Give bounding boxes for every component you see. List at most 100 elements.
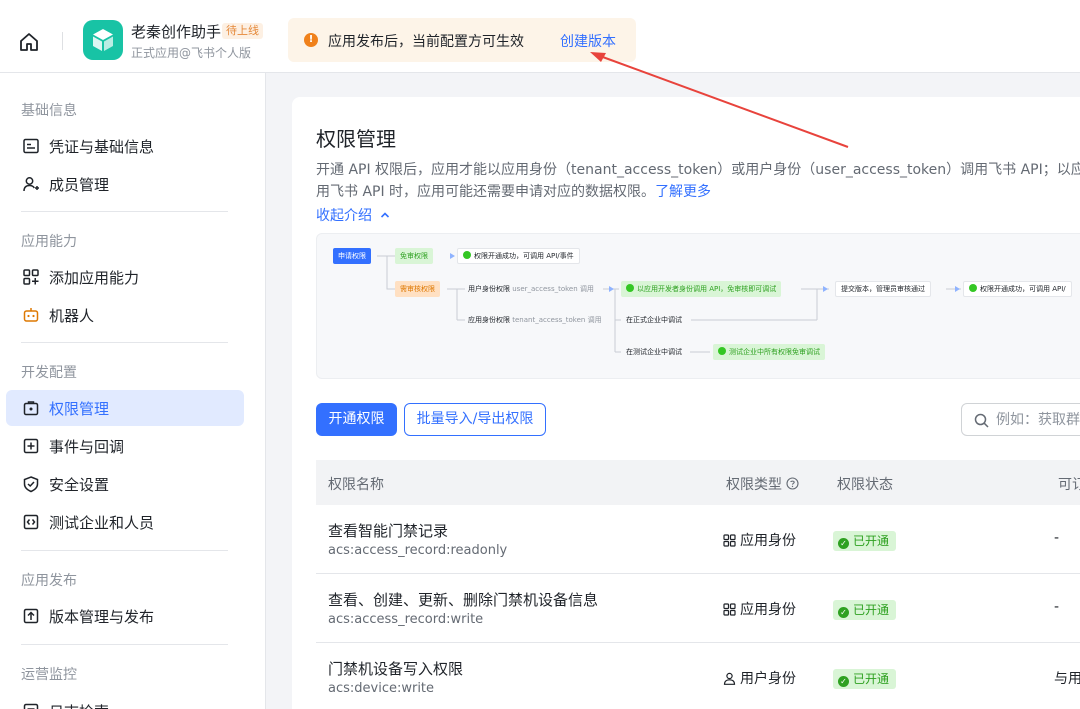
sidebar-item-label: 添加应用能力 xyxy=(49,269,140,287)
column-header-label: 权限类型 xyxy=(726,477,782,493)
sidebar-item-label: 权限管理 xyxy=(49,400,110,418)
extra-cell: 与用 xyxy=(1054,671,1080,687)
permission-type-label: 应用身份 xyxy=(740,533,796,549)
test-icon xyxy=(22,513,40,531)
home-icon[interactable] xyxy=(18,31,40,53)
sidebar-item-credentials[interactable]: 凭证与基础信息 xyxy=(6,128,244,164)
app-logo-icon xyxy=(83,20,123,60)
publish-icon xyxy=(22,607,40,625)
sidebar-section-title: 应用发布 xyxy=(21,573,77,589)
notice-text: 应用发布后，当前配置方可生效 xyxy=(328,34,524,50)
table-row[interactable]: 查看、创建、更新、删除门禁机设备信息 acs:access_record:wri… xyxy=(316,574,1080,643)
permission-code: acs:device:write xyxy=(328,681,435,696)
user-identity-icon xyxy=(723,672,736,685)
sidebar-section-title: 开发配置 xyxy=(21,365,77,381)
permission-icon xyxy=(22,399,40,417)
permission-flow-diagram: 申请权限 免审权限 权限开通成功，可调用 API/事件 需审核权限 用户身份权限… xyxy=(316,233,1080,379)
status-badge: ✓ 已开通 xyxy=(833,669,897,689)
help-circle-icon[interactable] xyxy=(786,477,799,490)
success-dot-icon xyxy=(626,284,634,292)
permission-name: 门禁机设备写入权限 xyxy=(328,660,464,678)
collapse-label: 收起介绍 xyxy=(316,208,372,224)
table-row[interactable]: 门禁机设备写入权限 acs:device:write 用户身份 ✓ 已开通 与用 xyxy=(316,643,1080,709)
table-row[interactable]: 查看智能门禁记录 acs:access_record:readonly 应用身份… xyxy=(316,505,1080,574)
permission-table-header: 权限名称 权限类型 权限状态 可订 xyxy=(316,460,1080,505)
sidebar-item-label: 事件与回调 xyxy=(49,438,125,456)
create-version-link[interactable]: 创建版本 xyxy=(560,31,616,51)
permission-search[interactable] xyxy=(961,403,1080,436)
open-permission-button[interactable]: 开通权限 xyxy=(316,403,397,436)
description-text: 用飞书 API 时，应用可能还需要申请对应的数据权限。 xyxy=(316,184,656,200)
flow-no-review-result: 权限开通成功，可调用 API/事件 xyxy=(457,248,580,264)
description-line: 开通 API 权限后，应用才能以应用身份（tenant_access_token… xyxy=(316,162,1080,178)
extra-cell: - xyxy=(1054,530,1060,546)
check-circle-icon: ✓ xyxy=(838,676,849,687)
flow-user-identity: 用户身份权限 user_access_token 调用 xyxy=(463,281,599,297)
sidebar-item-label: 版本管理与发布 xyxy=(49,608,155,626)
learn-more-link[interactable]: 了解更多 xyxy=(655,184,711,200)
chevron-up-icon xyxy=(381,212,390,218)
flow-dev-identity: 以应用开发者身份调用 API，免审核即可调试 xyxy=(621,281,782,297)
flow-subtext: user_access_token 调用 xyxy=(512,285,594,293)
sidebar-item-events[interactable]: 事件与回调 xyxy=(6,428,244,464)
app-identity-icon xyxy=(723,603,736,616)
sidebar-item-logs[interactable]: 日志检索 xyxy=(6,693,244,709)
search-icon xyxy=(974,413,989,428)
flow-submit-version: 提交版本，管理员审核通过 xyxy=(835,281,931,297)
flow-apply-permission: 申请权限 xyxy=(333,248,371,264)
shield-icon xyxy=(22,475,40,493)
sidebar-item-publish[interactable]: 版本管理与发布 xyxy=(6,598,244,634)
sidebar-item-test-enterprise[interactable]: 测试企业和人员 xyxy=(6,504,244,540)
status-label: 已开通 xyxy=(853,672,890,686)
flow-subtext: tenant_access_token 调用 xyxy=(512,316,602,324)
sidebar-item-security[interactable]: 安全设置 xyxy=(6,466,244,502)
app-subtitle: 正式应用@飞书个人版 xyxy=(131,46,252,60)
permission-type: 应用身份 xyxy=(723,599,796,619)
event-icon xyxy=(22,437,40,455)
flow-result-2: 权限开通成功，可调用 API/ xyxy=(963,281,1072,297)
status-badge: ✓ 已开通 xyxy=(833,600,897,620)
page-title: 权限管理 xyxy=(316,127,396,151)
success-dot-icon xyxy=(463,251,471,259)
check-circle-icon: ✓ xyxy=(838,607,849,618)
sidebar-item-robot[interactable]: 机器人 xyxy=(6,297,244,333)
page-description: 开通 API 权限后，应用才能以应用身份（tenant_access_token… xyxy=(316,159,1080,203)
column-header-name: 权限名称 xyxy=(328,477,384,493)
flow-text: 权限开通成功，可调用 API/ xyxy=(980,285,1066,293)
app-name: 老秦创作助手 xyxy=(131,23,222,41)
check-circle-icon: ✓ xyxy=(838,538,849,549)
sidebar-item-permissions[interactable]: 权限管理 xyxy=(6,390,244,426)
permission-type-label: 应用身份 xyxy=(740,602,796,618)
permission-name: 查看智能门禁记录 xyxy=(328,522,449,540)
sidebar-item-label: 安全设置 xyxy=(49,476,110,494)
permission-type-label: 用户身份 xyxy=(740,671,796,687)
permission-code: acs:access_record:readonly xyxy=(328,543,508,558)
sidebar-item-label: 日志检索 xyxy=(49,701,109,709)
search-input[interactable] xyxy=(996,410,1080,430)
flow-formal-debug: 在正式企业中调试 xyxy=(626,316,682,324)
app-identity-icon xyxy=(723,534,736,547)
flow-text: 测试企业中所有权限免审调试 xyxy=(729,348,820,356)
app-status-tag: 待上线 xyxy=(222,23,263,39)
status-label: 已开通 xyxy=(853,534,890,548)
flow-text: 应用身份权限 xyxy=(468,316,510,324)
credential-icon xyxy=(22,137,40,155)
success-dot-icon xyxy=(718,347,726,355)
add-capability-icon xyxy=(22,268,40,286)
flow-test-result: 测试企业中所有权限免审调试 xyxy=(713,344,825,360)
flow-test-debug: 在测试企业中调试 xyxy=(626,348,682,356)
batch-import-export-button[interactable]: 批量导入/导出权限 xyxy=(404,403,546,436)
permission-type: 应用身份 xyxy=(723,530,796,550)
flow-text: 权限开通成功，可调用 API/事件 xyxy=(474,252,574,260)
column-header-status: 权限状态 xyxy=(837,477,893,493)
sidebar-item-add-capability[interactable]: 添加应用能力 xyxy=(6,259,244,295)
sidebar-divider xyxy=(21,550,228,551)
sidebar-item-label: 成员管理 xyxy=(49,176,110,194)
collapse-intro-toggle[interactable]: 收起介绍 xyxy=(316,205,390,225)
permission-type: 用户身份 xyxy=(723,668,796,688)
main-panel: 权限管理 开通 API 权限后，应用才能以应用身份（tenant_access_… xyxy=(292,97,1080,709)
success-dot-icon xyxy=(969,284,977,292)
description-line: 用飞书 API 时，应用可能还需要申请对应的数据权限。了解更多 xyxy=(316,181,1080,203)
sidebar-item-members[interactable]: 成员管理 xyxy=(6,166,244,202)
sidebar-item-label: 测试企业和人员 xyxy=(49,514,155,532)
